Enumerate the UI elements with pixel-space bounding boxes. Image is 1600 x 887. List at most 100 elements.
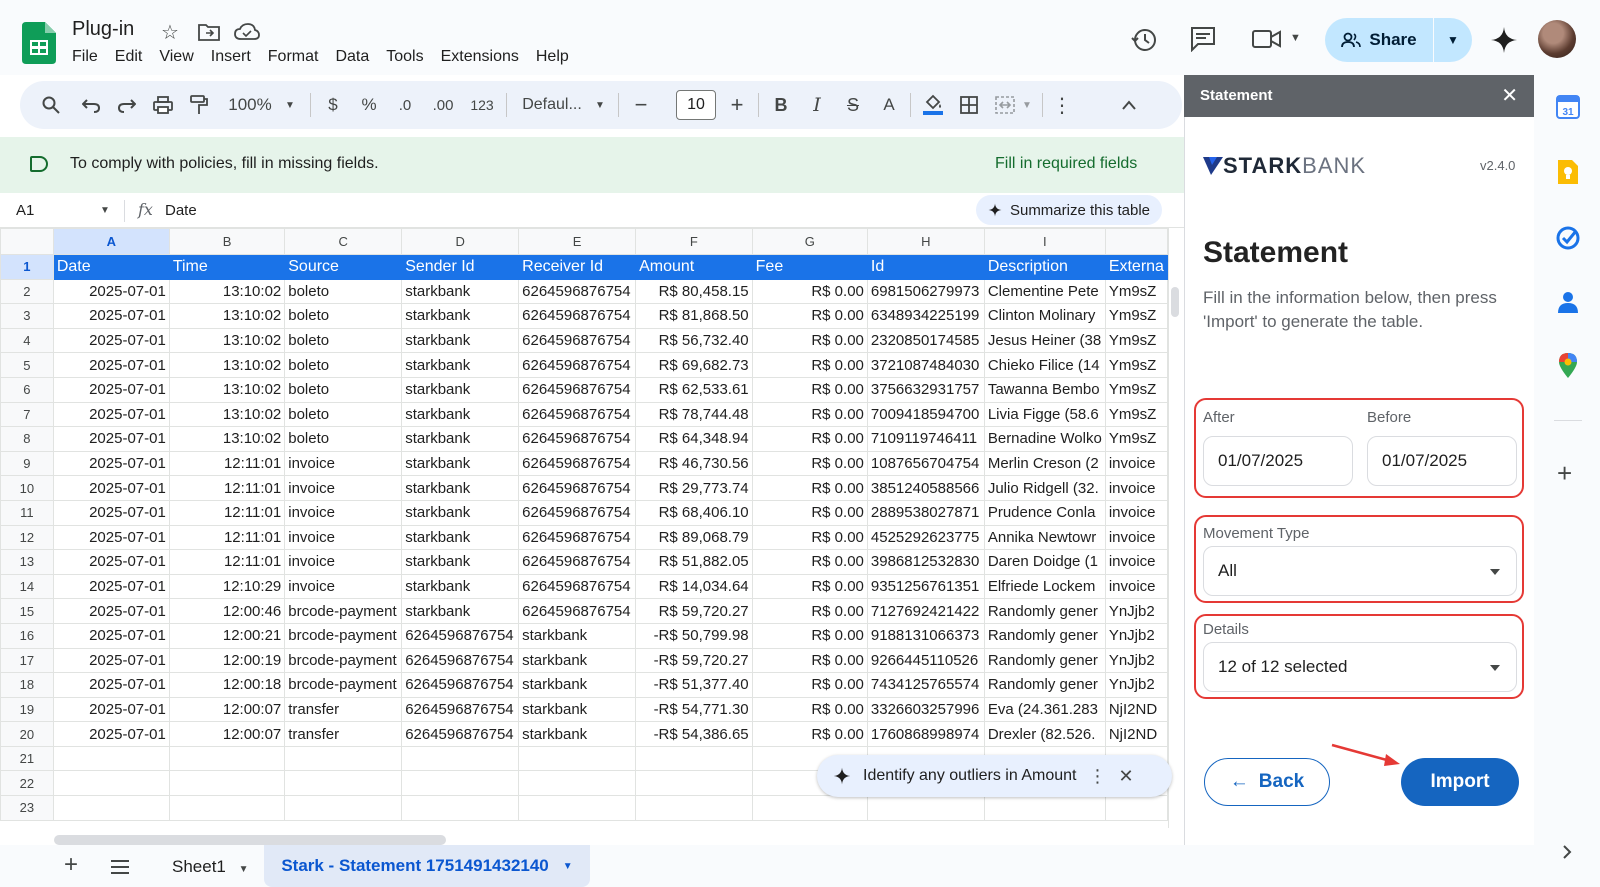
select-all-corner[interactable] [0,228,54,255]
table-cell[interactable]: invoice [1104,499,1168,526]
merge-cells-icon[interactable] [990,81,1020,129]
calendar-icon[interactable]: 31 [1556,95,1580,119]
row-number[interactable]: 6 [0,376,54,403]
table-cell[interactable]: 13:10:02 [168,401,286,428]
row-number[interactable]: 11 [0,499,54,526]
table-cell[interactable]: 2025-07-01 [52,721,170,747]
table-cell[interactable] [401,795,520,821]
table-cell[interactable] [866,795,985,821]
table-cell[interactable]: 6264596876754 [518,401,637,428]
strikethrough-icon[interactable]: S [838,81,868,129]
table-cell[interactable]: 3986812532830 [866,549,985,575]
header-cell[interactable]: Sender Id [401,254,520,280]
table-cell[interactable]: -R$ 51,377.40 [635,672,753,698]
zoom-dropdown-icon[interactable]: ▼ [282,81,298,129]
header-cell[interactable]: Time [168,254,286,280]
table-cell[interactable]: R$ 0.00 [751,696,868,723]
bold-icon[interactable]: B [766,81,796,129]
table-cell[interactable]: Ym9sZ [1104,352,1168,378]
table-cell[interactable]: R$ 89,068.79 [635,524,753,551]
name-box[interactable]: A1 [16,202,34,219]
menu-extensions[interactable]: Extensions [441,48,527,66]
increase-decimal-button[interactable]: .00 [426,81,460,129]
table-cell[interactable]: 2025-07-01 [52,622,170,649]
formula-input[interactable]: Date [165,202,197,219]
table-cell[interactable]: Ym9sZ [1104,278,1168,305]
table-cell[interactable]: R$ 0.00 [751,401,868,428]
table-cell[interactable] [1104,795,1168,821]
table-cell[interactable]: boleto [284,278,403,305]
table-cell[interactable]: invoice [1104,475,1168,501]
column-header[interactable]: F [635,228,753,255]
close-icon[interactable]: ✕ [1118,766,1133,787]
table-cell[interactable]: starkbank [518,622,637,649]
row-number[interactable]: 4 [0,327,54,354]
row-number[interactable]: 7 [0,401,54,428]
table-cell[interactable]: 1087656704754 [866,450,985,477]
table-cell[interactable]: -R$ 54,771.30 [635,696,753,723]
table-cell[interactable]: 2025-07-01 [52,524,170,551]
gemini-icon[interactable] [1490,26,1518,54]
table-cell[interactable]: 12:00:21 [168,622,286,649]
table-cell[interactable]: Annika Newtowr [983,524,1106,551]
menu-edit[interactable]: Edit [115,48,151,66]
table-cell[interactable]: starkbank [401,303,520,329]
header-cell[interactable]: Id [866,254,985,280]
table-cell[interactable] [635,745,753,772]
menu-file[interactable]: File [72,48,106,66]
table-cell[interactable]: 12:00:18 [168,672,286,698]
star-icon[interactable]: ☆ [161,20,179,45]
table-cell[interactable]: Prudence Conla [983,499,1106,526]
header-cell[interactable]: Externa [1104,254,1168,280]
table-cell[interactable]: Tawanna Bembo [983,376,1106,403]
meet-dropdown-icon[interactable]: ▼ [1290,32,1301,44]
row-number[interactable]: 21 [0,745,54,772]
table-cell[interactable]: 2025-07-01 [52,499,170,526]
table-cell[interactable]: 3851240588566 [866,475,985,501]
table-cell[interactable]: Ym9sZ [1104,303,1168,329]
table-cell[interactable]: 2889538027871 [866,499,985,526]
table-cell[interactable]: 12:00:07 [168,721,286,747]
tab-sheet1[interactable]: Sheet1 ▼ [172,857,249,877]
table-cell[interactable]: 6264596876754 [518,303,637,329]
table-cell[interactable] [518,770,637,797]
table-cell[interactable]: 13:10:02 [168,426,286,452]
table-cell[interactable]: 3756632931757 [866,376,985,403]
borders-icon[interactable] [954,81,984,129]
table-cell[interactable]: Merlin Creson (2 [983,450,1106,477]
table-cell[interactable]: -R$ 59,720.27 [635,647,753,674]
table-cell[interactable]: invoice [284,573,403,600]
table-cell[interactable]: Julio Ridgell (32. [983,475,1106,501]
row-number[interactable]: 17 [0,647,54,674]
table-cell[interactable]: Randomly gener [983,598,1106,624]
table-cell[interactable]: 2025-07-01 [52,352,170,378]
table-cell[interactable] [284,770,403,797]
table-cell[interactable]: 6264596876754 [518,327,637,354]
table-cell[interactable]: -R$ 54,386.65 [635,721,753,747]
table-cell[interactable]: Clinton Molinary [983,303,1106,329]
table-cell[interactable]: starkbank [401,598,520,624]
more-options-icon[interactable]: ⋮ [1088,766,1106,787]
table-cell[interactable]: 13:10:02 [168,327,286,354]
table-cell[interactable]: 9351256761351 [866,573,985,600]
table-cell[interactable]: YnJjb2 [1104,647,1168,674]
table-cell[interactable]: starkbank [401,278,520,305]
header-cell[interactable]: Receiver Id [518,254,637,280]
currency-format-button[interactable]: $ [320,81,346,129]
table-cell[interactable]: Ym9sZ [1104,401,1168,428]
table-cell[interactable]: 6264596876754 [518,524,637,551]
column-header[interactable]: B [168,228,286,255]
table-cell[interactable]: starkbank [401,549,520,575]
table-cell[interactable]: 9188131066373 [866,622,985,649]
all-sheets-icon[interactable] [110,859,130,875]
table-cell[interactable]: R$ 69,682.73 [635,352,753,378]
table-cell[interactable]: Bernadine Wolko [983,426,1106,452]
zoom-select[interactable]: 100% [220,81,280,129]
table-cell[interactable]: Drexler (82.526. [983,721,1106,747]
table-cell[interactable] [52,745,170,772]
table-cell[interactable]: 2025-07-01 [52,549,170,575]
table-cell[interactable]: R$ 0.00 [751,303,868,329]
before-date-input[interactable]: 01/07/2025 [1367,436,1517,486]
table-cell[interactable]: brcode-payment [284,598,403,624]
table-cell[interactable]: R$ 0.00 [751,622,868,649]
